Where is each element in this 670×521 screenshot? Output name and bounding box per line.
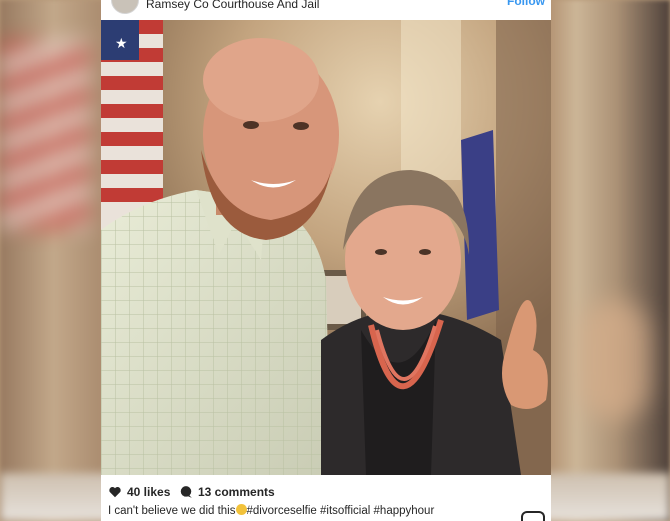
likes-label: 40 likes: [127, 485, 171, 499]
post-header: Ramsey Co Courthouse And Jail Follow: [101, 0, 551, 20]
blurred-thumb-background: [580, 300, 650, 420]
selfie-image: ★: [101, 20, 551, 475]
blurred-flag-background: [0, 40, 90, 230]
location-link[interactable]: Ramsey Co Courthouse And Jail: [146, 0, 319, 11]
post-photo[interactable]: ★: [101, 20, 551, 475]
hashtag-link[interactable]: #itsofficial: [320, 505, 370, 517]
comments-label: 13 comments: [198, 485, 275, 499]
instagram-icon[interactable]: [521, 511, 545, 521]
comment-bubble-icon: [180, 486, 192, 498]
post-caption: I can't believe we did this #divorceselfi…: [108, 504, 434, 517]
follow-button[interactable]: Follow: [507, 0, 545, 8]
hashtag-link[interactable]: #divorceselfie: [247, 505, 317, 517]
likes-count[interactable]: 40 likes: [108, 485, 170, 499]
instagram-post-card: Ramsey Co Courthouse And Jail Follow ★ 4…: [101, 0, 551, 521]
worried-face-emoji-icon: [235, 504, 247, 515]
post-actions-bar: 40 likes 13 comments I can't believe we …: [101, 475, 551, 521]
avatar[interactable]: [111, 0, 139, 14]
comments-count[interactable]: 13 comments: [179, 485, 275, 499]
heart-icon: [109, 487, 121, 498]
caption-text: I can't believe we did this: [108, 505, 236, 517]
svg-text:★: ★: [115, 36, 128, 52]
hashtag-link[interactable]: #happyhour: [374, 505, 435, 517]
flag-graphic: ★: [101, 20, 163, 230]
